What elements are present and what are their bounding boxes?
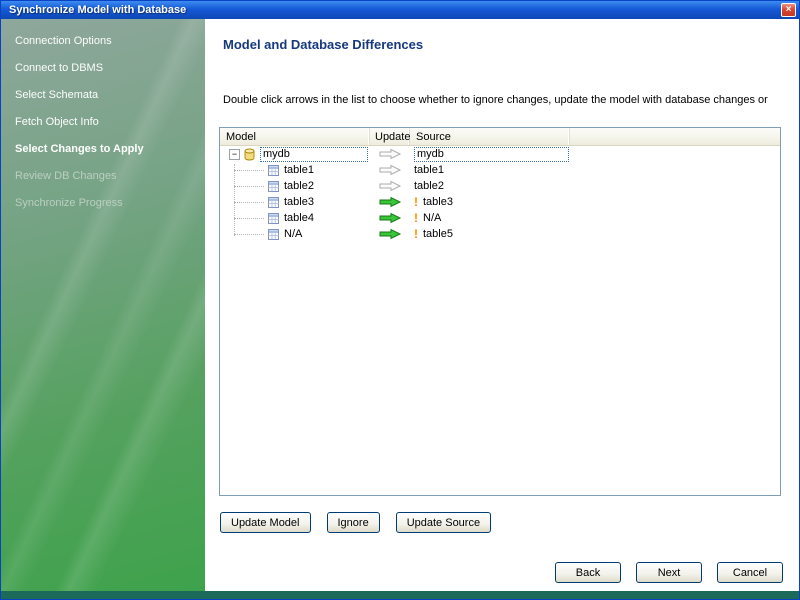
- tree-connector-line: [234, 233, 264, 235]
- source-cell: table1: [410, 162, 570, 178]
- warning-icon: !: [414, 211, 418, 225]
- table-row[interactable]: table1 table1: [220, 162, 780, 178]
- tree-connector-line: [234, 169, 264, 171]
- update-cell: [370, 146, 410, 162]
- update-arrow-icon[interactable]: [378, 212, 402, 224]
- source-object-label: table5: [423, 228, 453, 240]
- titlebar: Synchronize Model with Database ×: [1, 1, 799, 19]
- table-header: Model Update Source: [220, 128, 780, 146]
- update-model-button[interactable]: Update Model: [220, 512, 311, 533]
- sidebar-step-5: Select Changes to Apply: [15, 142, 144, 155]
- instruction-text: Double click arrows in the list to choos…: [223, 94, 768, 106]
- model-object-label: mydb: [260, 146, 368, 162]
- table-icon: [267, 164, 280, 177]
- update-source-button[interactable]: Update Source: [395, 512, 492, 533]
- table-row[interactable]: table4! N/A: [220, 210, 780, 226]
- source-cell: ! N/A: [410, 210, 570, 226]
- tree-connector-line: [234, 164, 235, 236]
- model-object-label: table2: [284, 180, 314, 192]
- tree-connector-line: [234, 217, 264, 219]
- table-icon: [267, 228, 280, 241]
- ignore-button[interactable]: Ignore: [326, 512, 380, 533]
- tree-connector-line: [234, 185, 264, 187]
- sidebar-step-4: Fetch Object Info: [15, 115, 99, 128]
- update-cell: [370, 162, 410, 178]
- update-arrow-icon[interactable]: [378, 196, 402, 208]
- table-icon: [267, 196, 280, 209]
- source-object-label: N/A: [423, 212, 442, 224]
- source-object-label: table1: [414, 164, 444, 176]
- table-row[interactable]: N/A! table5: [220, 226, 780, 242]
- model-cell: table3: [220, 194, 370, 210]
- source-object-label: table2: [414, 180, 444, 192]
- back-button[interactable]: Back: [555, 562, 621, 583]
- tree-expander-icon[interactable]: −: [229, 148, 240, 160]
- column-header-blank: [570, 128, 780, 145]
- model-cell: table2: [220, 178, 370, 194]
- column-header-model[interactable]: Model: [220, 128, 370, 145]
- navigation-buttons: Back Next Cancel: [555, 562, 783, 583]
- page-title: Model and Database Differences: [223, 37, 424, 52]
- column-header-source[interactable]: Source: [410, 128, 570, 145]
- differences-table: Model Update Source − mydb mydb table1 table…: [219, 127, 781, 496]
- model-object-label: table3: [284, 196, 314, 208]
- sidebar-step-7: Synchronize Progress: [15, 196, 123, 209]
- window-title: Synchronize Model with Database: [9, 4, 187, 16]
- warning-icon: !: [414, 195, 418, 209]
- model-cell: − mydb: [220, 146, 370, 162]
- ignore-arrow-icon[interactable]: [378, 164, 402, 176]
- sidebar-step-2: Connect to DBMS: [15, 61, 104, 74]
- source-cell: table2: [410, 178, 570, 194]
- database-icon: [243, 148, 256, 161]
- update-cell: [370, 210, 410, 226]
- ignore-arrow-icon[interactable]: [378, 148, 402, 160]
- table-icon: [267, 212, 280, 225]
- ignore-arrow-icon[interactable]: [378, 180, 402, 192]
- sidebar-step-3: Select Schemata: [15, 88, 99, 101]
- update-cell: [370, 226, 410, 242]
- table-row[interactable]: table2 table2: [220, 178, 780, 194]
- update-arrow-icon[interactable]: [378, 228, 402, 240]
- source-object-label: mydb: [414, 146, 569, 162]
- update-cell: [370, 178, 410, 194]
- wizard-steps: Connection Options Connect to DBMS Select …: [1, 19, 205, 216]
- wizard-sidebar: Connection Options Connect to DBMS Select …: [1, 19, 205, 591]
- model-object-label: N/A: [284, 228, 303, 240]
- sidebar-step-6: Review DB Changes: [15, 169, 117, 182]
- wizard-window: Synchronize Model with Database × Connec…: [0, 0, 800, 600]
- cancel-button[interactable]: Cancel: [717, 562, 783, 583]
- table-body: − mydb mydb table1 table1 table2 table2 table3!…: [220, 146, 780, 242]
- model-cell: N/A: [220, 226, 370, 242]
- table-row[interactable]: table3! table3: [220, 194, 780, 210]
- action-buttons: Update Model Ignore Update Source: [220, 512, 492, 533]
- model-object-label: table1: [284, 164, 314, 176]
- close-icon[interactable]: ×: [781, 3, 796, 17]
- sidebar-step-1: Connection Options: [15, 34, 112, 47]
- update-cell: [370, 194, 410, 210]
- model-object-label: table4: [284, 212, 314, 224]
- source-cell: ! table5: [410, 226, 570, 242]
- warning-icon: !: [414, 227, 418, 241]
- tree-connector-line: [234, 201, 264, 203]
- source-cell: ! table3: [410, 194, 570, 210]
- next-button[interactable]: Next: [636, 562, 702, 583]
- main-content: Model and Database Differences Double cl…: [205, 19, 799, 591]
- model-cell: table4: [220, 210, 370, 226]
- table-icon: [267, 180, 280, 193]
- source-object-label: table3: [423, 196, 453, 208]
- model-cell: table1: [220, 162, 370, 178]
- table-row[interactable]: − mydb mydb: [220, 146, 780, 162]
- column-header-update[interactable]: Update: [370, 128, 410, 145]
- source-cell: mydb: [410, 146, 570, 162]
- bottom-accent-bar: [1, 591, 799, 599]
